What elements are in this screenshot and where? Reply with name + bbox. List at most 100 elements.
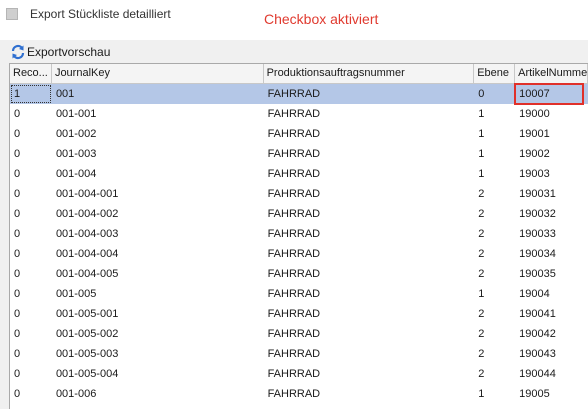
cell-artikelnummer[interactable]: 19005	[515, 384, 588, 404]
table-row[interactable]: 0 001-004-002 FAHRRAD 2 190032	[10, 204, 588, 224]
cell-artikelnummer[interactable]: 190042	[515, 324, 588, 344]
cell-artikelnummer[interactable]: 190034	[515, 244, 588, 264]
cell-artikelnummer[interactable]: 190043	[515, 344, 588, 364]
table-row[interactable]: 0 001-003 FAHRRAD 1 19002	[10, 144, 588, 164]
cell-journalkey[interactable]: 001-004-002	[52, 204, 264, 224]
cell-journalkey[interactable]: 001-001	[52, 104, 264, 124]
cell-ebene[interactable]: 2	[474, 224, 515, 244]
cell-ebene[interactable]: 1	[474, 164, 515, 184]
cell-produktionsauftragsnummer[interactable]: FAHRRAD	[264, 304, 475, 324]
cell-ebene[interactable]: 1	[474, 104, 515, 124]
cell-produktionsauftragsnummer[interactable]: FAHRRAD	[264, 324, 475, 344]
cell-record[interactable]: 0	[10, 344, 52, 364]
cell-produktionsauftragsnummer[interactable]: FAHRRAD	[264, 144, 475, 164]
column-header-ebene[interactable]: Ebene	[474, 64, 516, 83]
table-row[interactable]: 0 001-004 FAHRRAD 1 19003	[10, 164, 588, 184]
cell-record[interactable]: 0	[10, 224, 52, 244]
cell-artikelnummer[interactable]: 10007	[515, 84, 588, 104]
cell-ebene[interactable]: 0	[474, 84, 515, 104]
cell-ebene[interactable]: 1	[474, 384, 515, 404]
cell-journalkey[interactable]: 001-005-001	[52, 304, 264, 324]
cell-artikelnummer[interactable]: 19004	[515, 284, 588, 304]
cell-record[interactable]: 0	[10, 204, 52, 224]
cell-record[interactable]: 0	[10, 284, 52, 304]
cell-produktionsauftragsnummer[interactable]: FAHRRAD	[264, 124, 475, 144]
cell-journalkey[interactable]: 001-005-002	[52, 324, 264, 344]
cell-record[interactable]: 0	[10, 184, 52, 204]
cell-artikelnummer[interactable]: 190032	[515, 204, 588, 224]
cell-record[interactable]: 0	[10, 384, 52, 404]
cell-produktionsauftragsnummer[interactable]: FAHRRAD	[264, 364, 475, 384]
cell-record[interactable]: 1	[10, 84, 52, 104]
cell-artikelnummer[interactable]: 19001	[515, 124, 588, 144]
cell-journalkey[interactable]: 001-005-004	[52, 364, 264, 384]
cell-produktionsauftragsnummer[interactable]: FAHRRAD	[264, 164, 475, 184]
cell-journalkey[interactable]: 001-004-003	[52, 224, 264, 244]
cell-journalkey[interactable]: 001-004	[52, 164, 264, 184]
cell-ebene[interactable]: 2	[474, 184, 515, 204]
cell-artikelnummer[interactable]: 190035	[515, 264, 588, 284]
cell-artikelnummer[interactable]: 19002	[515, 144, 588, 164]
cell-journalkey[interactable]: 001-006	[52, 384, 264, 404]
table-row[interactable]: 0 001-005 FAHRRAD 1 19004	[10, 284, 588, 304]
table-row[interactable]: 0 001-004-003 FAHRRAD 2 190033	[10, 224, 588, 244]
cell-record[interactable]: 0	[10, 164, 52, 184]
cell-ebene[interactable]: 2	[474, 204, 515, 224]
table-row[interactable]: 0 001-004-004 FAHRRAD 2 190034	[10, 244, 588, 264]
cell-journalkey[interactable]: 001-005-003	[52, 344, 264, 364]
cell-produktionsauftragsnummer[interactable]: FAHRRAD	[264, 384, 475, 404]
column-header-record[interactable]: Reco...	[10, 64, 52, 83]
cell-record[interactable]: 0	[10, 364, 52, 384]
export-preview-button[interactable]: Exportvorschau	[10, 43, 110, 60]
cell-ebene[interactable]: 2	[474, 364, 515, 384]
cell-journalkey[interactable]: 001-004-001	[52, 184, 264, 204]
cell-produktionsauftragsnummer[interactable]: FAHRRAD	[264, 104, 475, 124]
table-row[interactable]: 0 001-005-003 FAHRRAD 2 190043	[10, 344, 588, 364]
table-row[interactable]: 0 001-004-001 FAHRRAD 2 190031	[10, 184, 588, 204]
cell-record[interactable]: 0	[10, 104, 52, 124]
cell-record[interactable]: 0	[10, 324, 52, 344]
cell-journalkey[interactable]: 001-002	[52, 124, 264, 144]
column-header-artikelnummer[interactable]: ArtikelNummer	[515, 64, 588, 83]
cell-record[interactable]: 0	[10, 264, 52, 284]
cell-produktionsauftragsnummer[interactable]: FAHRRAD	[264, 284, 475, 304]
cell-journalkey[interactable]: 001-003	[52, 144, 264, 164]
cell-record[interactable]: 0	[10, 244, 52, 264]
table-row[interactable]: 0 001-002 FAHRRAD 1 19001	[10, 124, 588, 144]
table-row[interactable]: 1 001 FAHRRAD 0 10007	[10, 84, 588, 104]
cell-record[interactable]: 0	[10, 144, 52, 164]
table-row[interactable]: 0 001-001 FAHRRAD 1 19000	[10, 104, 588, 124]
cell-record[interactable]: 0	[10, 304, 52, 324]
cell-ebene[interactable]: 2	[474, 324, 515, 344]
cell-produktionsauftragsnummer[interactable]: FAHRRAD	[264, 344, 475, 364]
cell-ebene[interactable]: 2	[474, 264, 515, 284]
cell-artikelnummer[interactable]: 190041	[515, 304, 588, 324]
data-grid[interactable]: Reco... JournalKey Produktionsauftragsnu…	[9, 63, 588, 409]
cell-journalkey[interactable]: 001-005	[52, 284, 264, 304]
cell-ebene[interactable]: 1	[474, 144, 515, 164]
cell-produktionsauftragsnummer[interactable]: FAHRRAD	[264, 204, 475, 224]
table-row[interactable]: 0 001-006 FAHRRAD 1 19005	[10, 384, 588, 404]
table-row[interactable]: 0 001-004-005 FAHRRAD 2 190035	[10, 264, 588, 284]
cell-ebene[interactable]: 2	[474, 244, 515, 264]
cell-ebene[interactable]: 1	[474, 284, 515, 304]
cell-ebene[interactable]: 2	[474, 304, 515, 324]
column-header-journalkey[interactable]: JournalKey	[52, 64, 264, 83]
cell-artikelnummer[interactable]: 19003	[515, 164, 588, 184]
cell-ebene[interactable]: 2	[474, 344, 515, 364]
cell-produktionsauftragsnummer[interactable]: FAHRRAD	[264, 84, 475, 104]
cell-record[interactable]: 0	[10, 124, 52, 144]
cell-artikelnummer[interactable]: 190031	[515, 184, 588, 204]
cell-produktionsauftragsnummer[interactable]: FAHRRAD	[264, 224, 475, 244]
cell-ebene[interactable]: 1	[474, 124, 515, 144]
table-row[interactable]: 0 001-005-002 FAHRRAD 2 190042	[10, 324, 588, 344]
cell-journalkey[interactable]: 001-004-004	[52, 244, 264, 264]
cell-artikelnummer[interactable]: 19000	[515, 104, 588, 124]
cell-produktionsauftragsnummer[interactable]: FAHRRAD	[264, 184, 475, 204]
cell-produktionsauftragsnummer[interactable]: FAHRRAD	[264, 244, 475, 264]
cell-artikelnummer[interactable]: 190044	[515, 364, 588, 384]
cell-artikelnummer[interactable]: 190033	[515, 224, 588, 244]
table-row[interactable]: 0 001-005-001 FAHRRAD 2 190041	[10, 304, 588, 324]
cell-produktionsauftragsnummer[interactable]: FAHRRAD	[264, 264, 475, 284]
column-header-produktionsauftragsnummer[interactable]: Produktionsauftragsnummer	[264, 64, 475, 83]
